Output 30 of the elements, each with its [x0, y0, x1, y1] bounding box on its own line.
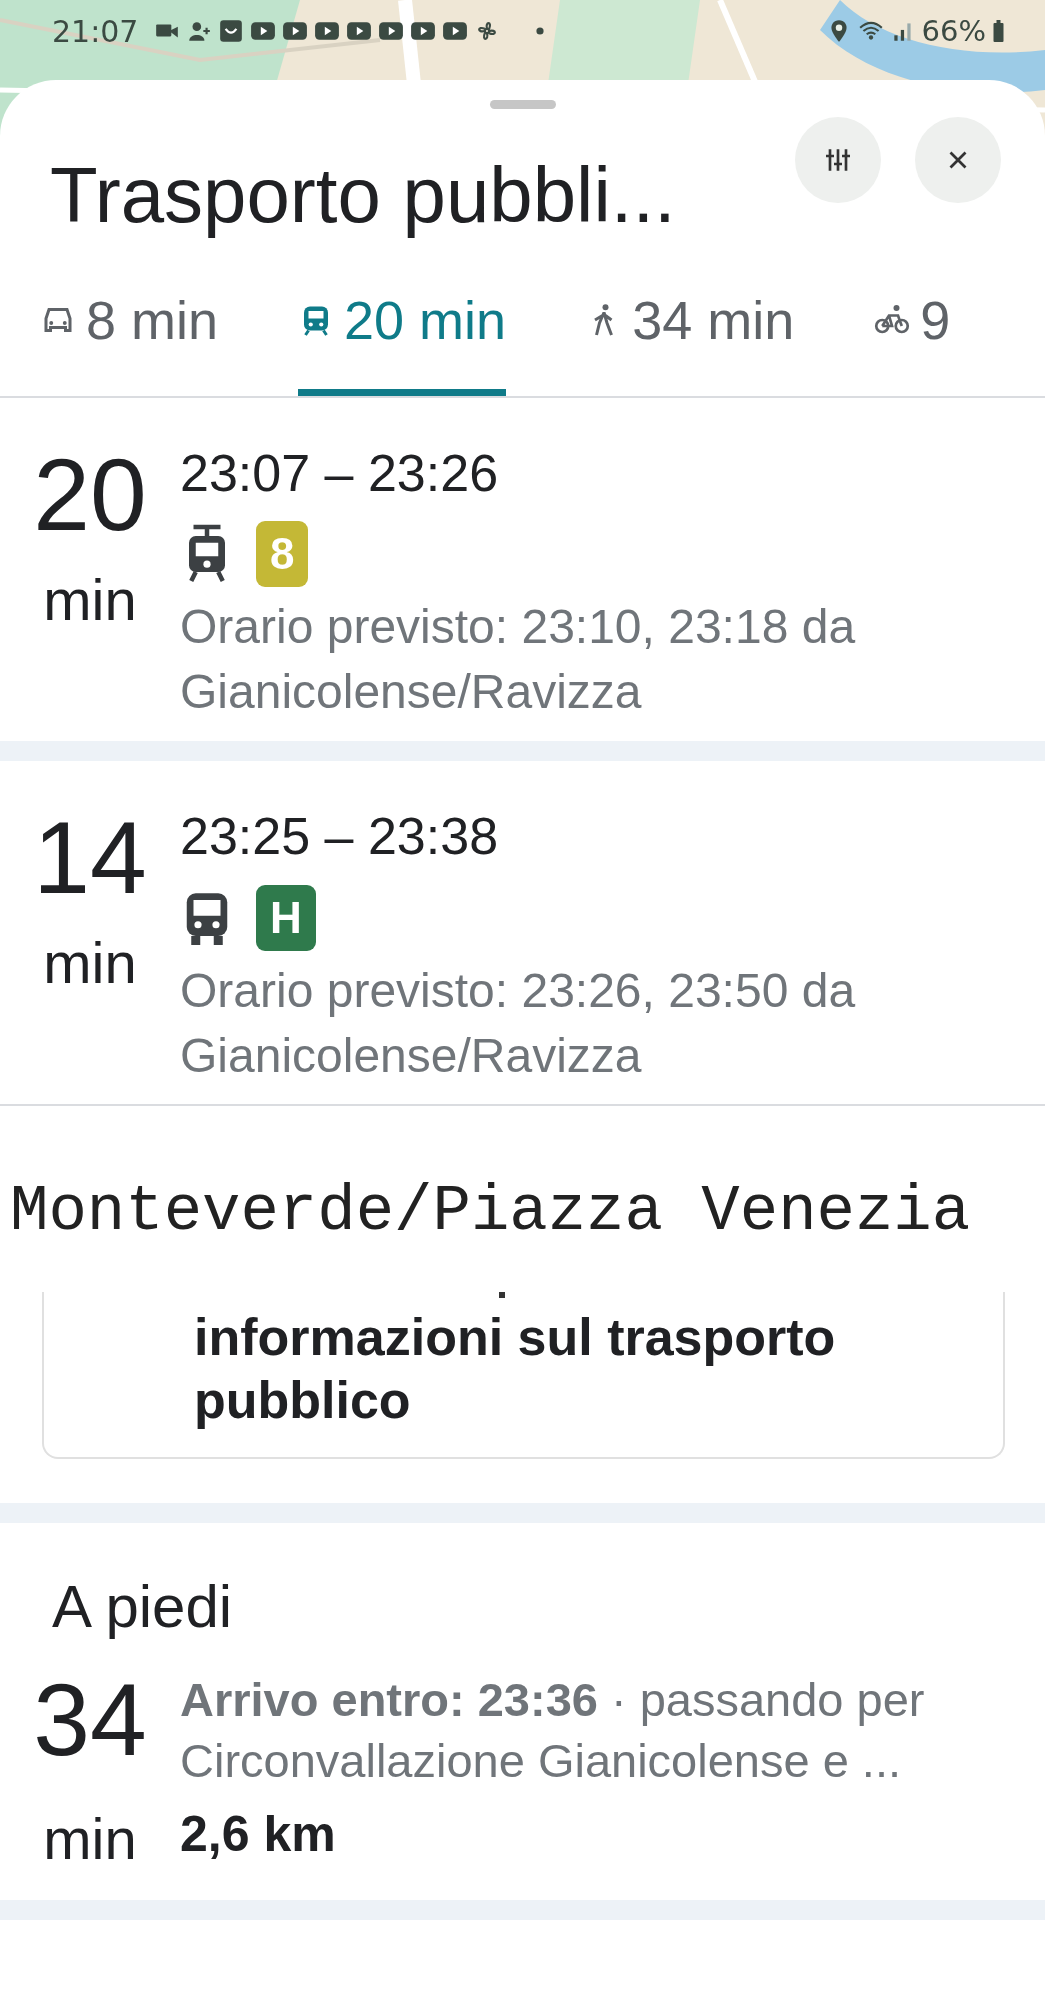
clipped-text-mark: [499, 1292, 505, 1299]
duration-number: 14: [33, 807, 147, 910]
duration-unit: min: [43, 1805, 137, 1873]
battery-level: 66%: [921, 14, 986, 48]
route-times: 23:07 – 23:26: [180, 443, 500, 504]
travel-mode-tab[interactable]: 9: [874, 240, 951, 396]
drag-handle[interactable]: [489, 100, 556, 109]
duration-unit: min: [43, 565, 137, 633]
battery-icon: [992, 19, 1005, 43]
schedule-text: Orario previsto: 23:10, 23:18 da Gianicolense/Ravizza: [180, 599, 857, 721]
line-badge: 8: [256, 521, 309, 588]
walk-distance: 2,6 km: [180, 1805, 337, 1864]
route-times: 23:25 – 23:38: [180, 807, 500, 867]
duration-unit: min: [43, 929, 137, 997]
line-badge: H: [256, 884, 316, 951]
schedule-text: Orario previsto: 23:26, 23:50 da Gianicolense/Ravizza: [180, 962, 857, 1084]
duration-number: 20: [33, 443, 147, 546]
status-time: 21:07: [52, 13, 139, 49]
dot-icon: [534, 25, 547, 37]
section-heading: A piedi: [52, 1572, 234, 1643]
smile-icon: [218, 18, 245, 44]
walk-summary: Arrivo entro: 23:36 · passando per Circonvallazione Gianicolense e ...: [180, 1672, 926, 1790]
travel-mode-tab[interactable]: 8 min: [40, 240, 219, 396]
info-card[interactable]: informazioni sul trasporto pubblico: [42, 1292, 1005, 1460]
caption-text: Monteverde/Piazza Venezia: [9, 1175, 972, 1249]
travel-mode-tab[interactable]: 20 min: [298, 240, 507, 396]
info-text: informazioni sul trasporto pubblico: [194, 1307, 837, 1431]
travel-mode-tab[interactable]: 34 min: [586, 240, 795, 396]
duration-number: 34: [33, 1669, 147, 1772]
sheet-title: Trasporto pubbli...: [50, 151, 677, 241]
